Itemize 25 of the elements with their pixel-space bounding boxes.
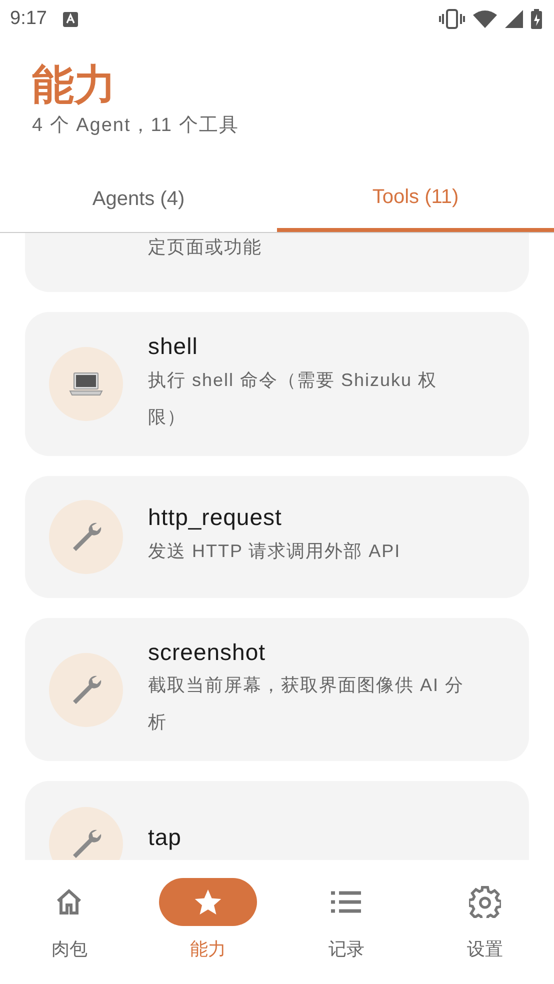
tool-name: screenshot: [148, 638, 267, 667]
tool-description: 截取当前屏幕，获取界面图像供 AI 分析: [148, 674, 466, 734]
tool-name: http_request: [148, 503, 283, 532]
laptop-icon: [69, 372, 103, 396]
wifi-icon: [473, 10, 497, 28]
tool-name: tap: [148, 823, 182, 852]
tab[interactable]: Agents (4): [0, 166, 277, 232]
nav-item[interactable]: 肉包: [0, 878, 138, 984]
tool-description: 执行 shell 命令（需要 Shizuku 权限）: [148, 368, 438, 429]
keyboard-icon: [62, 12, 78, 26]
nav-item[interactable]: 设置: [416, 878, 554, 984]
signal-icon: [505, 10, 523, 28]
page-title: 能力: [32, 62, 117, 108]
settings-icon: [468, 886, 501, 918]
tool-description: 定页面或功能: [148, 236, 262, 259]
nav-item[interactable]: 记录: [277, 878, 416, 984]
vibrate-icon: [439, 9, 465, 29]
tool-name: shell: [148, 332, 199, 361]
page-subtitle: 4 个 Agent，11 个工具: [32, 114, 240, 138]
nav-item[interactable]: 能力: [138, 878, 277, 984]
status-time: 9:17: [10, 6, 47, 31]
battery-icon: [531, 9, 542, 29]
list-icon: [331, 891, 362, 913]
star-icon: [192, 887, 223, 917]
tool-description: 发送 HTTP 请求调用外部 API: [148, 540, 402, 564]
